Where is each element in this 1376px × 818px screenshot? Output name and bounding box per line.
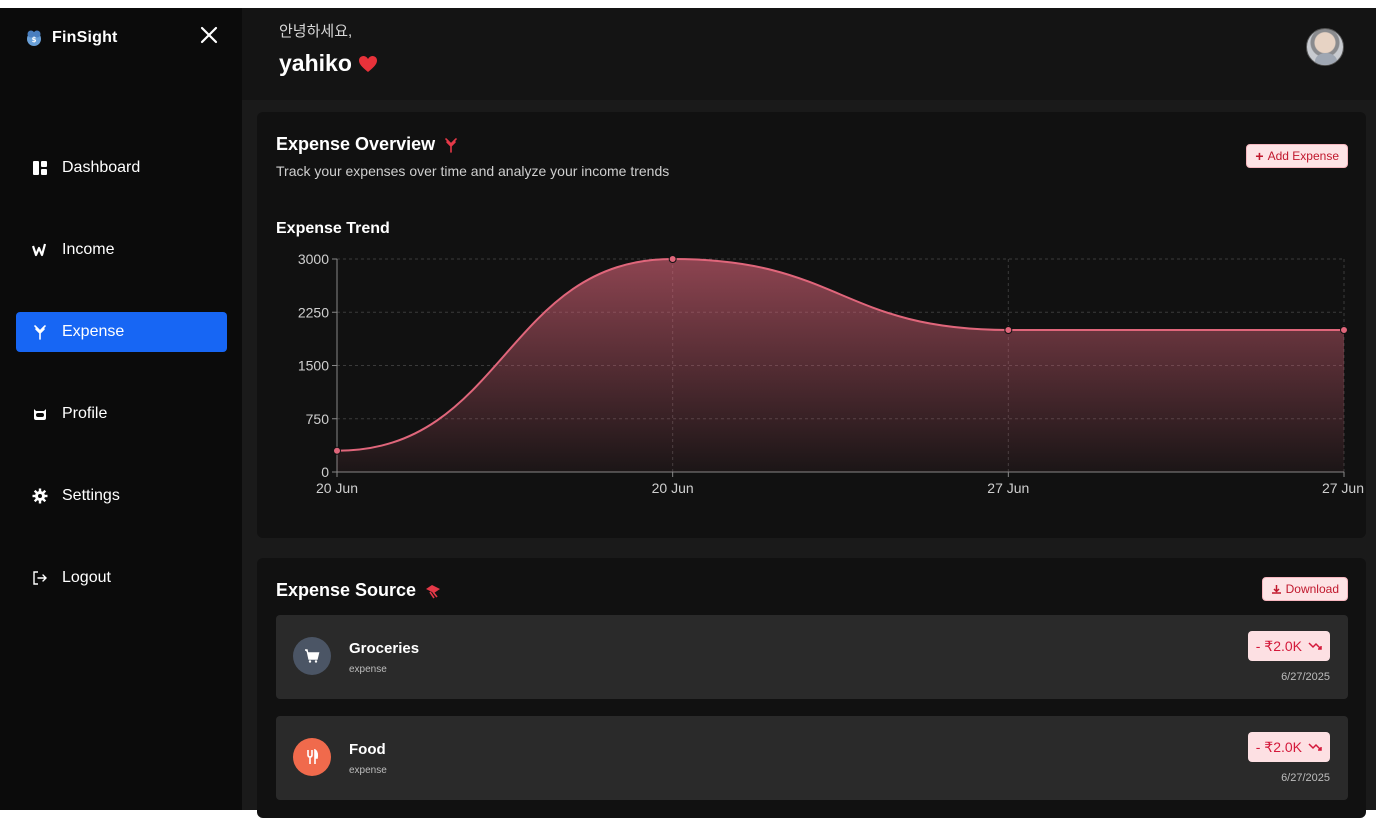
expense-overview-title-text: Expense Overview <box>276 134 436 154</box>
list-item[interactable]: Food expense - ₹2.0K 6/27/2025 <box>276 716 1348 800</box>
trend-down-icon <box>1308 743 1322 751</box>
greeting-name: yahiko <box>279 50 378 77</box>
expense-icon <box>32 324 48 340</box>
trend-down-icon <box>1308 642 1322 650</box>
data-point <box>1340 326 1348 334</box>
y-tick-label: 3000 <box>298 251 329 267</box>
data-point <box>1004 326 1013 334</box>
username: yahiko <box>279 50 352 76</box>
source-date: 6/27/2025 <box>1281 772 1330 784</box>
y-tick-label: 1500 <box>298 358 329 374</box>
income-icon <box>32 242 48 258</box>
expense-overview-card: Expense Overview Track your expenses ove… <box>257 112 1366 538</box>
header: 안녕하세요, yahiko <box>242 8 1376 100</box>
app: $ FinSight Dashboard Income Expense Prof… <box>0 8 1376 818</box>
close-icon <box>200 26 218 44</box>
brand-logo-icon: $ <box>27 30 41 46</box>
amount-badge: - ₹2.0K <box>1247 732 1330 762</box>
data-point <box>668 255 677 263</box>
x-tick-label: 27 Jun <box>987 480 1029 496</box>
heart-icon <box>358 55 377 72</box>
source-type: expense <box>349 765 387 776</box>
sidebar-item-label: Income <box>62 241 115 258</box>
sidebar-item-label: Dashboard <box>62 159 141 176</box>
data-point <box>333 446 341 455</box>
brand: $ FinSight <box>24 28 118 48</box>
dashboard-icon <box>32 160 48 176</box>
sidebar-item-label: Settings <box>62 487 120 504</box>
x-tick-label: 27 Jun <box>1322 480 1364 496</box>
download-label: Download <box>1285 582 1339 596</box>
expense-overview-subtitle: Track your expenses over time and analyz… <box>276 163 670 179</box>
sidebar-item-profile[interactable]: Profile <box>16 394 227 434</box>
add-expense-label: Add Expense <box>1267 149 1339 163</box>
brand-name: FinSight <box>52 29 118 46</box>
profile-icon <box>32 406 48 422</box>
expense-trend-chart: 0 750 1500 2250 3000 20 Jun 20 Jun 27 Jun 27 Jun <box>298 251 1364 496</box>
logout-icon <box>32 570 48 586</box>
avatar[interactable] <box>1306 28 1344 66</box>
sidebar-item-income[interactable]: Income <box>16 230 227 270</box>
expense-source-title-text: Expense Source <box>276 580 417 600</box>
amount-value: - ₹2.0K <box>1255 738 1302 755</box>
sidebar-item-label: Logout <box>62 569 111 586</box>
x-tick-label: 20 Jun <box>316 480 358 496</box>
greeting-text: 안녕하세요, <box>279 23 353 40</box>
close-sidebar-button[interactable] <box>196 22 222 48</box>
source-type: expense <box>349 664 387 675</box>
download-button[interactable]: Download <box>1261 577 1348 601</box>
sidebar-item-label: Expense <box>62 323 125 340</box>
source-name: Groceries <box>349 640 420 657</box>
sidebar-nav: Dashboard Income Expense Profile Setting… <box>16 148 227 640</box>
cart-icon <box>293 637 331 675</box>
sidebar-item-logout[interactable]: Logout <box>16 558 227 598</box>
download-icon <box>1271 584 1281 594</box>
sidebar-item-expense[interactable]: Expense <box>16 312 227 352</box>
amount-badge: - ₹2.0K <box>1247 631 1330 661</box>
y-tick-label: 2250 <box>298 304 329 320</box>
main-content: Expense Overview Track your expenses ove… <box>242 100 1376 818</box>
expense-overview-title: Expense Overview <box>276 134 459 155</box>
sidebar-item-dashboard[interactable]: Dashboard <box>16 148 227 188</box>
gear-icon <box>32 488 48 504</box>
plus-icon: + <box>1255 148 1264 164</box>
cutlery-icon <box>293 738 331 776</box>
x-tick-label: 20 Jun <box>652 480 694 496</box>
money-wings-icon <box>426 584 441 598</box>
expense-icon <box>445 137 457 153</box>
sidebar-item-settings[interactable]: Settings <box>16 476 227 516</box>
add-expense-button[interactable]: + Add Expense <box>1246 144 1348 168</box>
list-item[interactable]: Groceries expense - ₹2.0K 6/27/2025 <box>276 615 1348 699</box>
source-date: 6/27/2025 <box>1281 671 1330 683</box>
svg-text:$: $ <box>32 36 37 44</box>
amount-value: - ₹2.0K <box>1255 637 1302 654</box>
sidebar: $ FinSight Dashboard Income Expense Prof… <box>0 8 242 810</box>
y-tick-label: 750 <box>306 411 330 427</box>
y-tick-label: 0 <box>321 464 329 480</box>
sidebar-item-label: Profile <box>62 405 108 422</box>
chart-title: Expense Trend <box>276 220 390 237</box>
expense-source-card: Expense Source Download Groceries expens… <box>257 558 1366 818</box>
expense-source-title: Expense Source <box>276 580 442 601</box>
source-name: Food <box>349 741 386 758</box>
